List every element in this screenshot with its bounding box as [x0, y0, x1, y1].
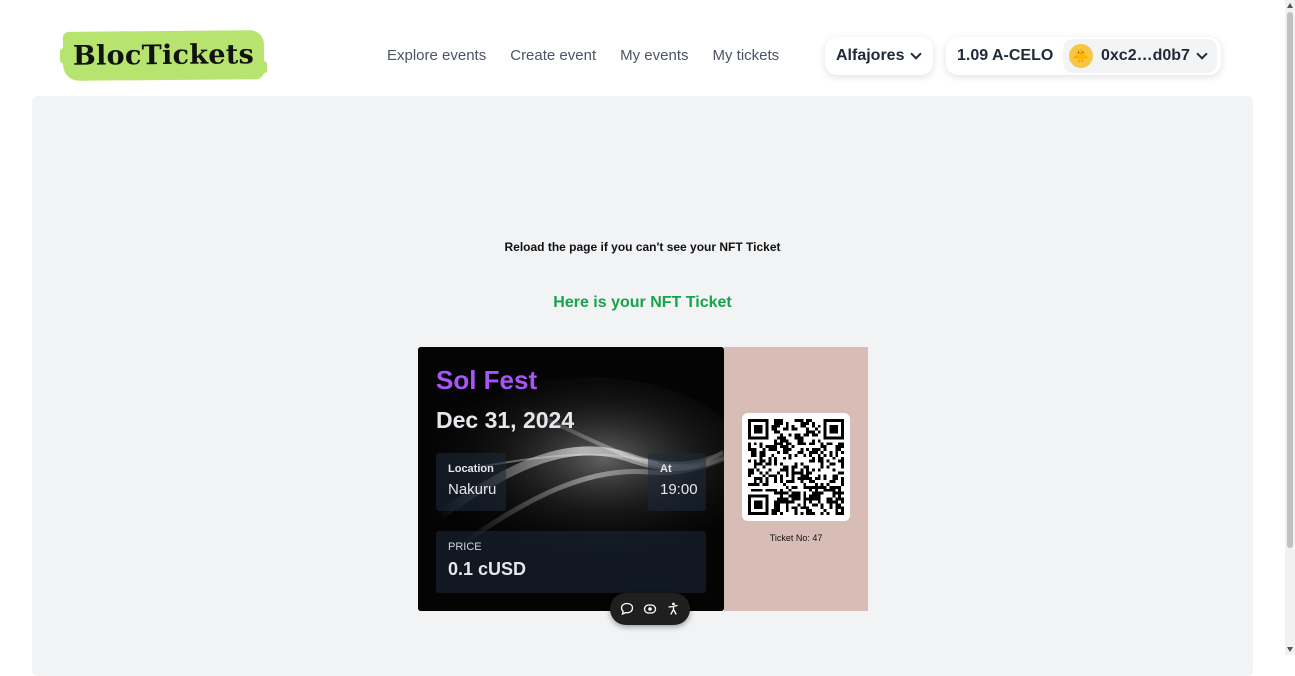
app-header: BlocTickets Explore events Create event … — [0, 0, 1285, 96]
main-content: Reload the page if you can't see your NF… — [32, 96, 1253, 676]
nav-explore-events[interactable]: Explore events — [387, 47, 486, 64]
ticket-main-panel: Sol Fest Dec 31, 2024 Location Nakuru At… — [418, 347, 724, 611]
accessibility-icon[interactable] — [665, 601, 681, 617]
time-label: At — [660, 463, 672, 475]
scrollbar-thumb[interactable] — [1287, 12, 1293, 548]
nav-my-tickets[interactable]: My tickets — [712, 47, 779, 64]
floating-toolbar — [610, 593, 690, 625]
wallet-address: 0xc2…d0b7 — [1101, 47, 1190, 64]
event-name: Sol Fest — [436, 365, 538, 395]
price-value: 0.1 cUSD — [448, 559, 527, 579]
price-label: PRICE — [448, 541, 482, 553]
nav-create-event[interactable]: Create event — [510, 47, 596, 64]
page-scrollbar[interactable] — [1285, 0, 1295, 655]
chevron-down-icon — [910, 48, 923, 60]
price-box: PRICE 0.1 cUSD — [436, 531, 706, 593]
logo-text: BlocTickets — [72, 39, 255, 72]
network-label: Alfajores — [836, 47, 905, 64]
address-pill[interactable]: 🐥 0xc2…d0b7 — [1063, 39, 1217, 73]
time-box: At 19:00 — [648, 453, 706, 511]
ticket-stub: Ticket No: 47 — [724, 347, 868, 611]
network-selector-button[interactable]: Alfajores — [825, 37, 933, 75]
account-button[interactable]: 1.09 A-CELO 🐥 0xc2…d0b7 — [946, 37, 1221, 75]
main-nav: Explore events Create event My events My… — [387, 47, 803, 64]
page-heading: Here is your NFT Ticket — [553, 294, 732, 311]
qr-code-icon — [748, 419, 844, 515]
event-date: Dec 31, 2024 — [436, 407, 575, 433]
nav-my-events[interactable]: My events — [620, 47, 688, 64]
location-value: Nakuru — [448, 481, 497, 498]
view-icon[interactable] — [642, 601, 658, 617]
location-label: Location — [448, 463, 494, 475]
nft-ticket: Sol Fest Dec 31, 2024 Location Nakuru At… — [418, 347, 868, 611]
ticket-number: Ticket No: 47 — [769, 533, 823, 543]
reload-message: Reload the page if you can't see your NF… — [504, 240, 781, 254]
chat-icon[interactable] — [619, 601, 635, 617]
scroll-down-arrow-icon[interactable] — [1287, 647, 1293, 652]
qr-code — [742, 413, 850, 521]
app-logo[interactable]: BlocTickets — [62, 30, 265, 81]
chevron-down-icon — [1196, 48, 1208, 60]
location-box: Location Nakuru — [436, 453, 506, 511]
scroll-up-arrow-icon[interactable] — [1287, 3, 1293, 8]
time-value: 19:00 — [660, 481, 698, 498]
wallet-balance: 1.09 A-CELO — [957, 47, 1054, 64]
avatar: 🐥 — [1069, 44, 1093, 68]
